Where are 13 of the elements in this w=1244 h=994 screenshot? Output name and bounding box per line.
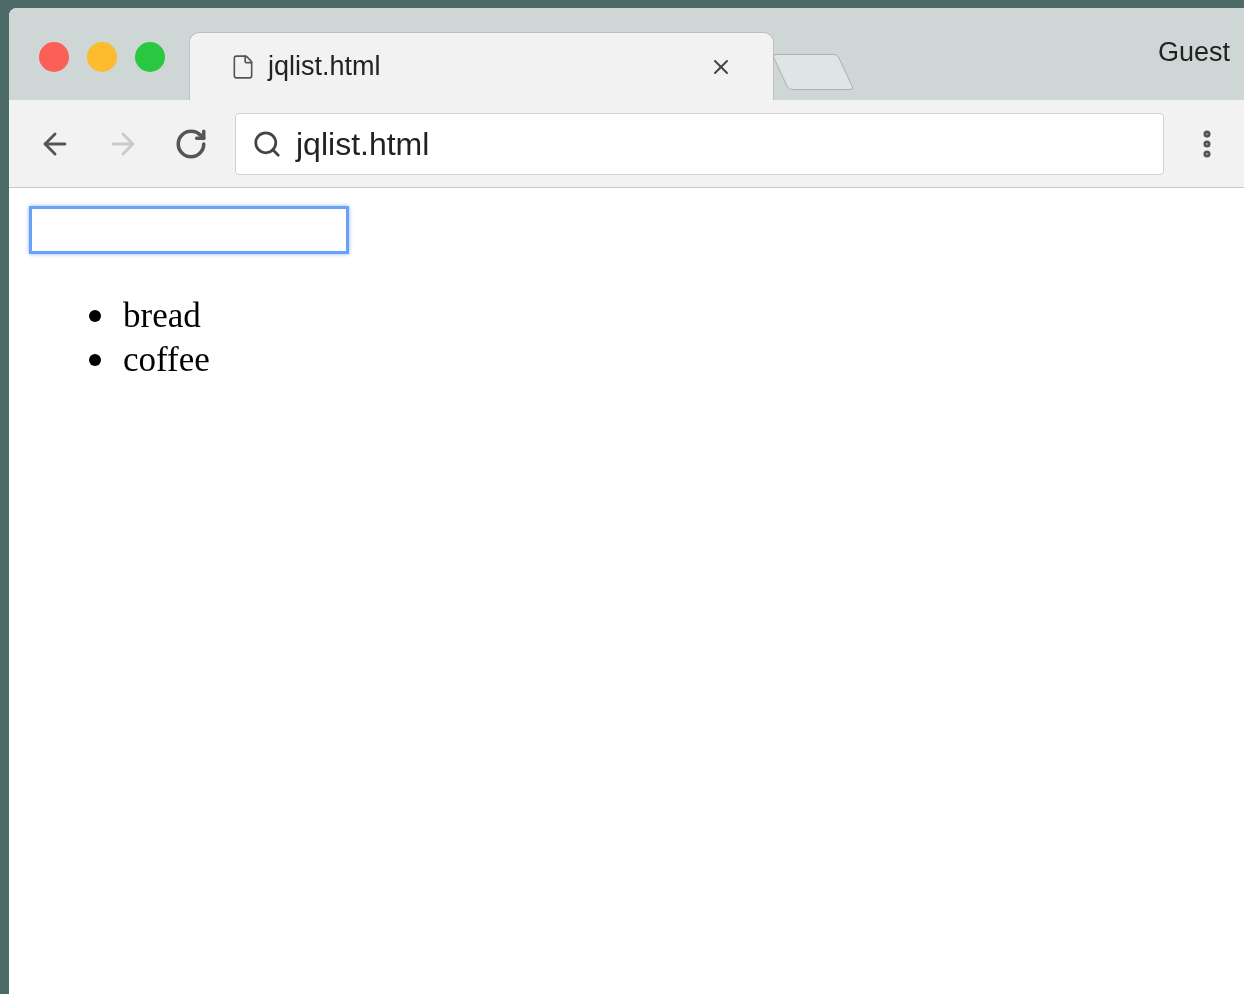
close-window-icon[interactable]: [39, 42, 69, 72]
profile-name[interactable]: Guest: [1157, 31, 1230, 72]
bullet-icon: [89, 354, 101, 366]
list-item: bread: [123, 294, 201, 337]
address-bar[interactable]: jqlist.html: [235, 112, 1164, 175]
address-text: jqlist.html: [296, 124, 430, 164]
browser-tab[interactable]: jqlist.html: [189, 32, 774, 100]
search-icon: [252, 128, 282, 159]
maximize-window-icon[interactable]: [135, 42, 165, 72]
bullet-icon: [89, 310, 101, 322]
tab-title: jqlist.html: [268, 50, 382, 84]
text-input[interactable]: [29, 206, 349, 254]
list-item: coffee: [123, 338, 210, 381]
